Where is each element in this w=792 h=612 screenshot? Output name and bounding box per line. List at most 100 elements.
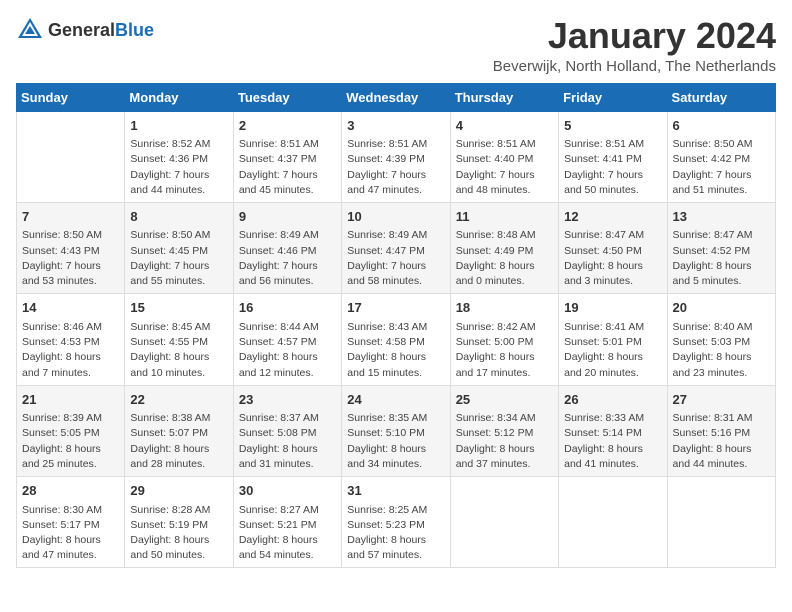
- calendar-day-header: Thursday: [450, 83, 558, 111]
- cell-info: Sunrise: 8:52 AMSunset: 4:36 PMDaylight:…: [130, 137, 227, 198]
- day-number: 15: [130, 298, 227, 318]
- calendar-cell: 29Sunrise: 8:28 AMSunset: 5:19 PMDayligh…: [125, 477, 233, 568]
- calendar-cell: 20Sunrise: 8:40 AMSunset: 5:03 PMDayligh…: [667, 294, 775, 385]
- day-number: 26: [564, 390, 661, 410]
- calendar-cell: 8Sunrise: 8:50 AMSunset: 4:45 PMDaylight…: [125, 202, 233, 293]
- logo-icon: [16, 16, 44, 44]
- cell-info: Sunrise: 8:48 AMSunset: 4:49 PMDaylight:…: [456, 228, 553, 289]
- calendar-cell: 6Sunrise: 8:50 AMSunset: 4:42 PMDaylight…: [667, 111, 775, 202]
- calendar-cell: 3Sunrise: 8:51 AMSunset: 4:39 PMDaylight…: [342, 111, 450, 202]
- day-number: 19: [564, 298, 661, 318]
- day-number: 17: [347, 298, 444, 318]
- cell-info: Sunrise: 8:37 AMSunset: 5:08 PMDaylight:…: [239, 411, 336, 472]
- cell-info: Sunrise: 8:41 AMSunset: 5:01 PMDaylight:…: [564, 320, 661, 381]
- calendar-cell: 2Sunrise: 8:51 AMSunset: 4:37 PMDaylight…: [233, 111, 341, 202]
- day-number: 21: [22, 390, 119, 410]
- calendar-cell: 26Sunrise: 8:33 AMSunset: 5:14 PMDayligh…: [559, 385, 667, 476]
- calendar-cell: 19Sunrise: 8:41 AMSunset: 5:01 PMDayligh…: [559, 294, 667, 385]
- calendar-day-header: Tuesday: [233, 83, 341, 111]
- cell-info: Sunrise: 8:51 AMSunset: 4:41 PMDaylight:…: [564, 137, 661, 198]
- calendar-cell: 10Sunrise: 8:49 AMSunset: 4:47 PMDayligh…: [342, 202, 450, 293]
- calendar-cell: 28Sunrise: 8:30 AMSunset: 5:17 PMDayligh…: [17, 477, 125, 568]
- day-number: 5: [564, 116, 661, 136]
- cell-info: Sunrise: 8:50 AMSunset: 4:45 PMDaylight:…: [130, 228, 227, 289]
- day-number: 29: [130, 481, 227, 501]
- calendar-cell: [17, 111, 125, 202]
- cell-info: Sunrise: 8:27 AMSunset: 5:21 PMDaylight:…: [239, 503, 336, 564]
- cell-info: Sunrise: 8:28 AMSunset: 5:19 PMDaylight:…: [130, 503, 227, 564]
- calendar-cell: 27Sunrise: 8:31 AMSunset: 5:16 PMDayligh…: [667, 385, 775, 476]
- cell-info: Sunrise: 8:25 AMSunset: 5:23 PMDaylight:…: [347, 503, 444, 564]
- day-number: 9: [239, 207, 336, 227]
- calendar-cell: [559, 477, 667, 568]
- day-number: 25: [456, 390, 553, 410]
- day-number: 16: [239, 298, 336, 318]
- calendar-cell: 14Sunrise: 8:46 AMSunset: 4:53 PMDayligh…: [17, 294, 125, 385]
- calendar-cell: 25Sunrise: 8:34 AMSunset: 5:12 PMDayligh…: [450, 385, 558, 476]
- day-number: 2: [239, 116, 336, 136]
- calendar-cell: 1Sunrise: 8:52 AMSunset: 4:36 PMDaylight…: [125, 111, 233, 202]
- cell-info: Sunrise: 8:51 AMSunset: 4:37 PMDaylight:…: [239, 137, 336, 198]
- day-number: 24: [347, 390, 444, 410]
- day-number: 31: [347, 481, 444, 501]
- location-title: Beverwijk, North Holland, The Netherland…: [493, 58, 776, 75]
- day-number: 27: [673, 390, 770, 410]
- calendar-day-header: Wednesday: [342, 83, 450, 111]
- cell-info: Sunrise: 8:49 AMSunset: 4:46 PMDaylight:…: [239, 228, 336, 289]
- day-number: 22: [130, 390, 227, 410]
- calendar-table: SundayMondayTuesdayWednesdayThursdayFrid…: [16, 83, 776, 569]
- calendar-cell: 24Sunrise: 8:35 AMSunset: 5:10 PMDayligh…: [342, 385, 450, 476]
- calendar-header-row: SundayMondayTuesdayWednesdayThursdayFrid…: [17, 83, 776, 111]
- cell-info: Sunrise: 8:30 AMSunset: 5:17 PMDaylight:…: [22, 503, 119, 564]
- calendar-week-row: 1Sunrise: 8:52 AMSunset: 4:36 PMDaylight…: [17, 111, 776, 202]
- day-number: 10: [347, 207, 444, 227]
- calendar-cell: 5Sunrise: 8:51 AMSunset: 4:41 PMDaylight…: [559, 111, 667, 202]
- calendar-cell: 7Sunrise: 8:50 AMSunset: 4:43 PMDaylight…: [17, 202, 125, 293]
- day-number: 1: [130, 116, 227, 136]
- cell-info: Sunrise: 8:42 AMSunset: 5:00 PMDaylight:…: [456, 320, 553, 381]
- month-title: January 2024: [493, 16, 776, 56]
- calendar-day-header: Sunday: [17, 83, 125, 111]
- calendar-cell: 31Sunrise: 8:25 AMSunset: 5:23 PMDayligh…: [342, 477, 450, 568]
- cell-info: Sunrise: 8:35 AMSunset: 5:10 PMDaylight:…: [347, 411, 444, 472]
- cell-info: Sunrise: 8:33 AMSunset: 5:14 PMDaylight:…: [564, 411, 661, 472]
- cell-info: Sunrise: 8:49 AMSunset: 4:47 PMDaylight:…: [347, 228, 444, 289]
- logo-text-general: General: [48, 20, 115, 40]
- calendar-cell: 30Sunrise: 8:27 AMSunset: 5:21 PMDayligh…: [233, 477, 341, 568]
- calendar-cell: 22Sunrise: 8:38 AMSunset: 5:07 PMDayligh…: [125, 385, 233, 476]
- cell-info: Sunrise: 8:40 AMSunset: 5:03 PMDaylight:…: [673, 320, 770, 381]
- calendar-cell: 18Sunrise: 8:42 AMSunset: 5:00 PMDayligh…: [450, 294, 558, 385]
- logo-text-blue: Blue: [115, 20, 154, 40]
- cell-info: Sunrise: 8:51 AMSunset: 4:40 PMDaylight:…: [456, 137, 553, 198]
- day-number: 6: [673, 116, 770, 136]
- logo: GeneralBlue: [16, 16, 154, 44]
- cell-info: Sunrise: 8:45 AMSunset: 4:55 PMDaylight:…: [130, 320, 227, 381]
- calendar-week-row: 21Sunrise: 8:39 AMSunset: 5:05 PMDayligh…: [17, 385, 776, 476]
- header: GeneralBlue January 2024 Beverwijk, Nort…: [16, 16, 776, 75]
- cell-info: Sunrise: 8:31 AMSunset: 5:16 PMDaylight:…: [673, 411, 770, 472]
- day-number: 11: [456, 207, 553, 227]
- calendar-week-row: 14Sunrise: 8:46 AMSunset: 4:53 PMDayligh…: [17, 294, 776, 385]
- calendar-day-header: Friday: [559, 83, 667, 111]
- day-number: 7: [22, 207, 119, 227]
- cell-info: Sunrise: 8:51 AMSunset: 4:39 PMDaylight:…: [347, 137, 444, 198]
- day-number: 30: [239, 481, 336, 501]
- cell-info: Sunrise: 8:43 AMSunset: 4:58 PMDaylight:…: [347, 320, 444, 381]
- day-number: 4: [456, 116, 553, 136]
- calendar-cell: 15Sunrise: 8:45 AMSunset: 4:55 PMDayligh…: [125, 294, 233, 385]
- calendar-cell: 16Sunrise: 8:44 AMSunset: 4:57 PMDayligh…: [233, 294, 341, 385]
- day-number: 12: [564, 207, 661, 227]
- calendar-body: 1Sunrise: 8:52 AMSunset: 4:36 PMDaylight…: [17, 111, 776, 568]
- day-number: 28: [22, 481, 119, 501]
- day-number: 8: [130, 207, 227, 227]
- calendar-cell: 23Sunrise: 8:37 AMSunset: 5:08 PMDayligh…: [233, 385, 341, 476]
- calendar-cell: 9Sunrise: 8:49 AMSunset: 4:46 PMDaylight…: [233, 202, 341, 293]
- title-area: January 2024 Beverwijk, North Holland, T…: [493, 16, 776, 75]
- day-number: 14: [22, 298, 119, 318]
- calendar-cell: 12Sunrise: 8:47 AMSunset: 4:50 PMDayligh…: [559, 202, 667, 293]
- day-number: 20: [673, 298, 770, 318]
- day-number: 13: [673, 207, 770, 227]
- calendar-week-row: 7Sunrise: 8:50 AMSunset: 4:43 PMDaylight…: [17, 202, 776, 293]
- cell-info: Sunrise: 8:50 AMSunset: 4:42 PMDaylight:…: [673, 137, 770, 198]
- cell-info: Sunrise: 8:46 AMSunset: 4:53 PMDaylight:…: [22, 320, 119, 381]
